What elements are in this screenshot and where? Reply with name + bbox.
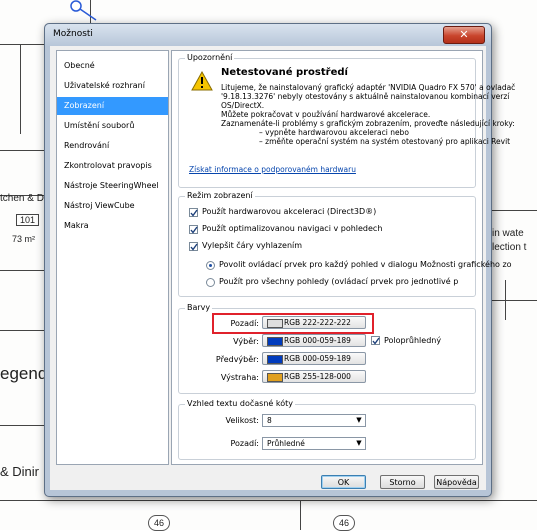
cancel-button[interactable]: Storno	[380, 475, 425, 489]
close-button[interactable]: ✕	[443, 26, 485, 44]
temp-dimension-group-label: Vzhled textu dočasné kóty	[185, 399, 295, 408]
hardware-acceleration-label: Použít hardwarovou akceleraci (Direct3D®…	[202, 207, 377, 216]
dialog-client-area: Obecné Uživatelské rozhraní Zobrazení Um…	[50, 46, 515, 490]
size-dropdown[interactable]: 8 ▼	[262, 414, 366, 427]
sidebar-item-obecne[interactable]: Obecné	[57, 57, 168, 75]
drawing-line	[0, 44, 44, 45]
sidebar-item-viewcube[interactable]: Nástroj ViewCube	[57, 197, 168, 215]
checkmark-icon	[190, 243, 198, 251]
sidebar-item-makra[interactable]: Makra	[57, 217, 168, 235]
semi-transparent-checkbox[interactable]	[371, 336, 380, 345]
room-label: & Dinir	[0, 464, 40, 479]
selection-color-swatch	[267, 337, 283, 346]
selection-color-label: Výběr:	[233, 337, 259, 346]
drawing-line	[0, 270, 44, 271]
display-settings-panel: Upozornění Netestované prostředí Litujem…	[171, 50, 515, 465]
optimized-navigation-label: Použít optimalizovanou navigaci v pohled…	[202, 224, 383, 233]
warning-text-line: Zaznamenáte-li problémy s grafickým zobr…	[221, 119, 515, 128]
pin-icon	[70, 0, 97, 21]
drawing-line	[20, 44, 21, 134]
preselection-color-label: Předvýběr:	[215, 355, 259, 364]
checkmark-icon	[190, 209, 198, 217]
sidebar-item-rendrovani[interactable]: Rendrování	[57, 137, 168, 155]
optimized-navigation-checkbox[interactable]	[189, 225, 198, 234]
temp-dimension-text-group: Vzhled textu dočasné kóty Velikost: 8 ▼ …	[178, 399, 476, 460]
dialog-title: Možnosti	[53, 29, 93, 39]
sidebar-item-zkontrolovat-pravopis[interactable]: Zkontrolovat pravopis	[57, 157, 168, 175]
alert-color-label: Výstraha:	[220, 373, 259, 382]
hardware-acceleration-checkbox[interactable]	[189, 208, 198, 217]
size-value: 8	[267, 416, 272, 425]
per-view-radio-label: Povolit ovládací prvek pro každý pohled …	[219, 260, 512, 269]
background-color-swatch	[267, 319, 283, 328]
warning-text-line: OS/DirectX.	[221, 101, 265, 110]
alert-color-swatch	[267, 373, 283, 382]
background-color-button[interactable]: RGB 222-222-222	[262, 316, 366, 329]
sidebar-item-umisteni-souboru[interactable]: Umístění souborů	[57, 117, 168, 135]
chevron-down-icon: ▼	[356, 439, 362, 447]
warning-text-line: Litujeme, že nainstalovaný grafický adap…	[221, 83, 516, 92]
note-label: in wate	[492, 228, 524, 239]
drawing-line	[490, 300, 537, 301]
preselection-color-swatch	[267, 355, 283, 364]
warning-text-line: – změňte operační systém na systém otest…	[259, 137, 511, 146]
drawing-line	[490, 210, 537, 211]
warning-text-line: – vypněte hardwarovou akceleraci nebo	[259, 128, 409, 137]
drawing-line	[505, 280, 506, 320]
display-mode-group-label: Režim zobrazení	[185, 191, 255, 200]
size-label: Velikost:	[225, 416, 259, 425]
display-mode-group: Režim zobrazení Použít hardwarovou akcel…	[178, 191, 512, 297]
preselection-color-button[interactable]: RGB 000-059-189	[262, 352, 366, 365]
chevron-down-icon: ▼	[356, 416, 362, 424]
warning-heading: Netestované prostředí	[221, 67, 348, 78]
options-sidebar: Obecné Uživatelské rozhraní Zobrazení Um…	[56, 50, 169, 465]
selection-color-button[interactable]: RGB 000-059-189	[262, 334, 366, 347]
warning-group: Upozornění Netestované prostředí Litujem…	[178, 53, 515, 188]
grid-tag: 46	[148, 515, 170, 531]
text-background-value: Průhledné	[267, 439, 305, 448]
room-number: 101	[16, 214, 40, 226]
dialog-titlebar[interactable]: Možnosti ✕	[45, 24, 491, 46]
antialiasing-checkbox[interactable]	[189, 242, 198, 251]
antialiasing-label: Vylepšit čáry vyhlazením	[202, 241, 303, 250]
colors-group-label: Barvy	[185, 303, 213, 312]
supported-hardware-link[interactable]: Získat informace o podporovaném hardwaru	[189, 165, 356, 174]
help-button[interactable]: Nápověda	[434, 475, 479, 489]
drawing-line	[0, 330, 44, 331]
checkmark-icon	[190, 226, 198, 234]
options-dialog: Možnosti ✕ Obecné Uživatelské rozhraní Z…	[44, 23, 515, 497]
legend-label: egend	[0, 364, 48, 383]
preselection-color-value: RGB 000-059-189	[284, 354, 351, 363]
semi-transparent-label: Poloprůhledný	[384, 336, 442, 345]
text-background-dropdown[interactable]: Průhledné ▼	[262, 437, 366, 450]
sidebar-item-steeringwheel[interactable]: Nástroje SteeringWheel	[57, 177, 168, 195]
alert-color-value: RGB 255-128-000	[284, 372, 351, 381]
drawing-line	[0, 425, 44, 426]
checkmark-icon	[372, 337, 380, 345]
all-views-radio[interactable]	[206, 278, 215, 287]
per-view-radio[interactable]	[206, 261, 215, 270]
note-label: lection t	[492, 242, 527, 253]
ok-button[interactable]: OK	[321, 475, 366, 489]
warning-group-label: Upozornění	[185, 53, 235, 62]
background-color-label: Pozadí:	[230, 319, 259, 328]
sidebar-item-uzivatelske-rozhrani[interactable]: Uživatelské rozhraní	[57, 77, 168, 95]
text-background-label: Pozadí:	[230, 439, 259, 448]
grid-tag: 46	[333, 515, 355, 531]
warning-text-line: '9.18.13.3276' nebyly otestovány s aktuá…	[221, 92, 510, 101]
warning-text-line: Můžete pokračovat v používání hardwarové…	[221, 110, 431, 119]
sidebar-item-zobrazeni[interactable]: Zobrazení	[57, 97, 168, 115]
warning-icon	[191, 71, 213, 91]
room-area: 73 m²	[12, 234, 36, 244]
selection-color-value: RGB 000-059-189	[284, 336, 351, 345]
background-color-value: RGB 222-222-222	[284, 318, 351, 327]
drawing-line	[300, 500, 301, 530]
drawing-line	[0, 500, 537, 501]
colors-group: Barvy Pozadí: RGB 222-222-222 Výběr: RGB…	[178, 303, 476, 394]
drawing-line	[0, 150, 44, 151]
alert-color-button[interactable]: RGB 255-128-000	[262, 370, 366, 383]
all-views-radio-label: Použít pro všechny pohledy (ovládací prv…	[219, 277, 459, 286]
